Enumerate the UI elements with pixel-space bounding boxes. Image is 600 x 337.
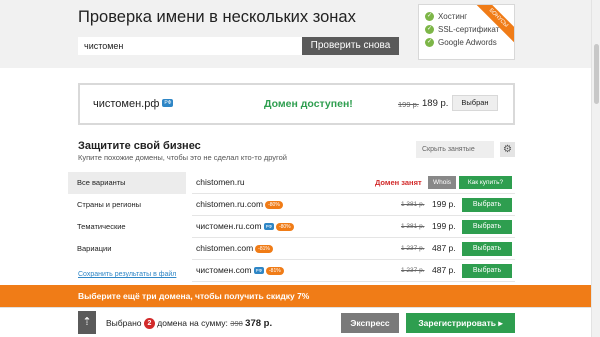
how-to-buy-button[interactable]: Как купить? — [459, 176, 512, 189]
gear-icon[interactable]: ⚙ — [500, 142, 515, 157]
rf-badge: РФ — [263, 223, 274, 231]
domain-row: чистомен.ru.com РФ -80% 1 381 р. 199 р. Вы… — [192, 216, 515, 238]
old-price: 1 237 р. — [401, 267, 425, 274]
domain-name: чистомен.com РФ -81% — [196, 265, 284, 275]
domain-search-input[interactable] — [78, 37, 302, 55]
domain-name: chistomen.com -81% — [196, 243, 273, 253]
domain-row: чистомен.com РФ -81% 1 237 р. 487 р. Выбра… — [192, 260, 515, 282]
available-domain-name: чистомен.рф РФ — [93, 98, 174, 110]
cart-footer: ⇡ Выбрано 2 домена на сумму: 398 378 р. … — [0, 307, 591, 337]
discount-badge: -80% — [275, 222, 294, 231]
header: Проверка имени в нескольких зонах Провер… — [0, 0, 591, 68]
old-price: 1 381 р. — [401, 201, 425, 208]
domain-row: chistomen.ru.com -80% 1 381 р. 199 р. Выб… — [192, 194, 515, 216]
cart-summary: Выбрано 2 домена на сумму: 398 378 р. — [106, 318, 273, 330]
discount-badge: -81% — [255, 244, 273, 253]
register-button[interactable]: Зарегистрировать ▸ — [406, 313, 515, 333]
main-content: чистомен.рф РФ Домен доступен! 199 р. 189… — [0, 68, 591, 285]
domain-rows: chistomen.ru Домен занят Whois Как купит… — [192, 172, 515, 282]
discount-offer-bar: Выберите ещё три домена, чтобы получить … — [0, 285, 591, 307]
domain-status: Домен доступен! — [264, 98, 353, 110]
available-domain-card: чистомен.рф РФ Домен доступен! 199 р. 189… — [78, 83, 515, 125]
chosen-button[interactable]: Выбран — [452, 95, 498, 111]
select-button[interactable]: Выбрать — [462, 242, 512, 256]
select-button[interactable]: Выбрать — [462, 220, 512, 234]
check-icon: ✓ — [425, 38, 434, 47]
category-variations[interactable]: Вариации — [68, 238, 186, 260]
domain-name: chistomen.ru — [196, 177, 245, 187]
save-results-link[interactable]: Сохранить результаты в файл — [78, 271, 176, 278]
discount-badge: -80% — [265, 200, 283, 209]
old-price: 1 381 р. — [401, 223, 425, 230]
check-again-button[interactable]: Проверить снова — [302, 37, 399, 55]
rf-badge: РФ — [162, 99, 174, 108]
domain-name: chistomen.ru.com -80% — [196, 199, 283, 209]
check-icon: ✓ — [425, 25, 434, 34]
domain-row: chistomen.com -81% 1 237 р. 487 р. Выбрат… — [192, 238, 515, 260]
category-list: Все варианты Страны и регионы Тематическ… — [68, 172, 186, 260]
whois-button[interactable]: Whois — [428, 176, 456, 189]
domain-name: чистомен.ru.com РФ -80% — [196, 221, 294, 231]
page-title: Проверка имени в нескольких зонах — [78, 8, 356, 26]
price: 199 р. — [432, 221, 456, 231]
price: 199 р. — [432, 199, 456, 209]
old-price: 199 р. — [398, 100, 419, 109]
bonus-promo-box[interactable]: ✓ Хостинг ✓ SSL-сертификат ✓ Google Adwords… — [418, 4, 515, 60]
domain-busy-status: Домен занят — [375, 178, 422, 187]
category-countries[interactable]: Страны и регионы — [68, 194, 186, 216]
category-thematic[interactable]: Тематические — [68, 216, 186, 238]
upload-icon[interactable]: ⇡ — [78, 311, 96, 334]
price: 189 р. — [422, 98, 449, 109]
discount-badge: -81% — [266, 266, 284, 275]
hide-taken-button[interactable]: Скрыть занятые — [416, 141, 494, 158]
protect-subtitle: Купите похожие домены, чтобы это не сдел… — [78, 153, 287, 162]
select-button[interactable]: Выбрать — [462, 264, 512, 278]
price: 487 р. — [432, 243, 456, 253]
express-button[interactable]: Экспресс — [341, 313, 399, 333]
price: 487 р. — [432, 265, 456, 275]
category-all[interactable]: Все варианты — [68, 172, 186, 194]
promo-item-adwords: ✓ Google Adwords — [425, 38, 497, 47]
check-icon: ✓ — [425, 12, 434, 21]
rf-badge: РФ — [253, 267, 265, 275]
protect-title: Защитите свой бизнес — [78, 140, 201, 152]
select-button[interactable]: Выбрать — [462, 198, 512, 212]
sum-old-price: 398 — [230, 319, 243, 328]
sum-total: 378 р. — [245, 318, 273, 329]
scrollbar-thumb[interactable] — [594, 44, 599, 104]
scrollbar[interactable] — [591, 0, 600, 337]
cart-count-badge: 2 — [143, 318, 155, 330]
domain-row: chistomen.ru Домен занят Whois Как купит… — [192, 172, 515, 194]
old-price: 1 237 р. — [401, 245, 425, 252]
